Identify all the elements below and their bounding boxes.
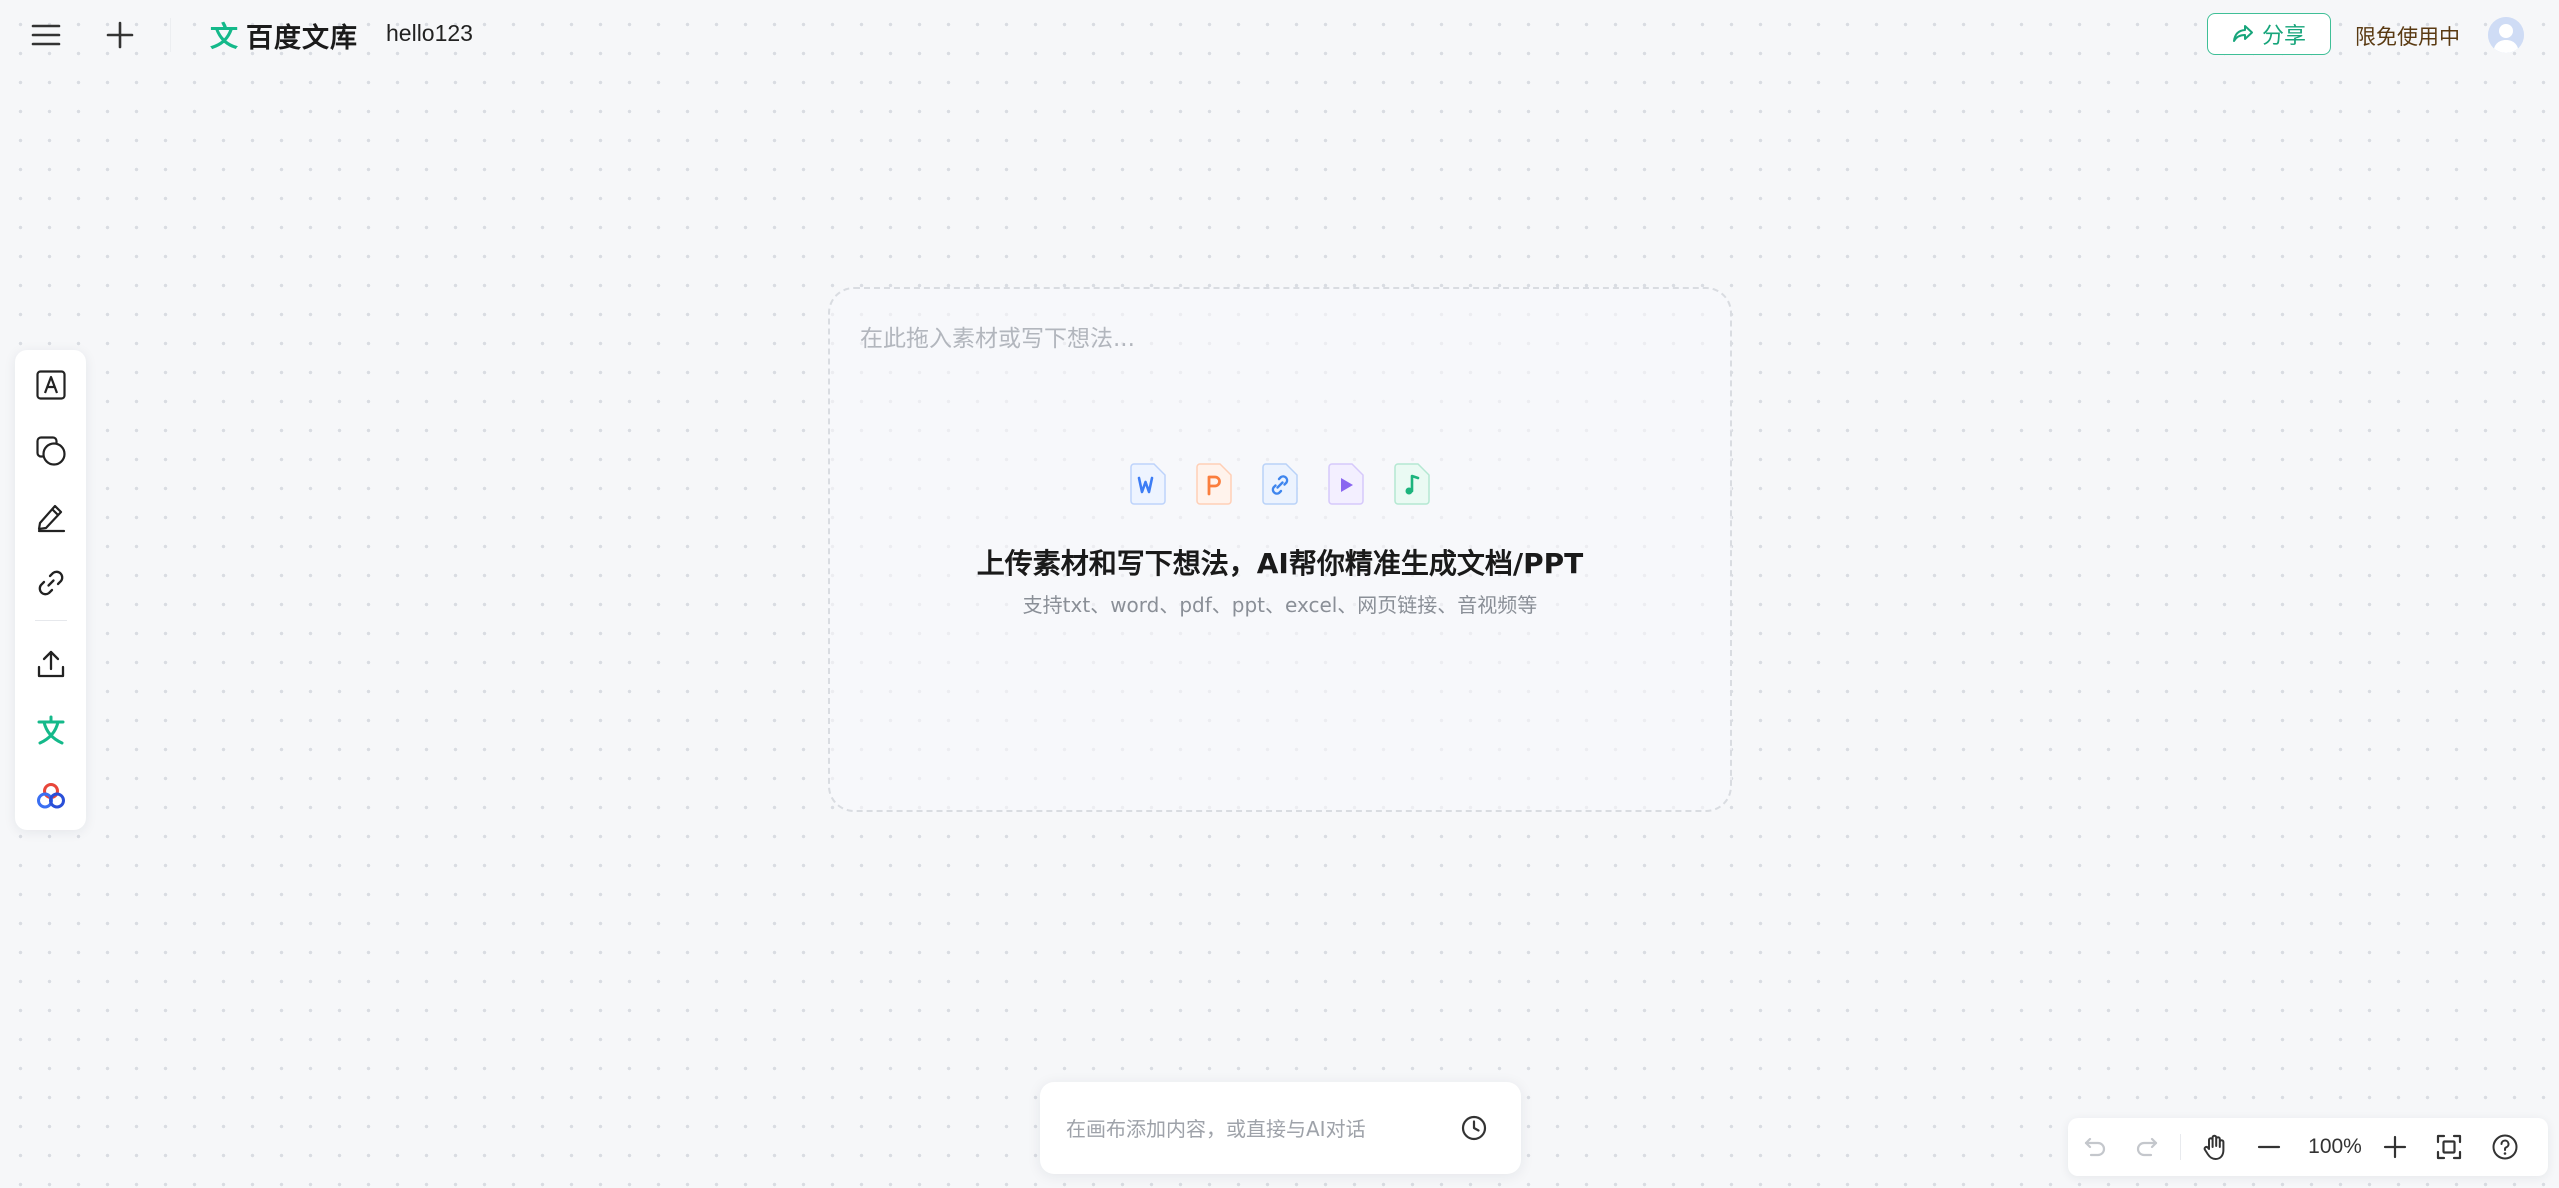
brand-name: 百度文库: [246, 22, 359, 54]
top-bar: 文 百度文库 hello123 分享 限免使用中: [0, 0, 2559, 70]
help-icon: [2492, 1134, 2518, 1160]
free-badge: 限免使用中: [2355, 25, 2460, 49]
drop-subtitle: 支持txt、word、pdf、ppt、excel、网页链接、音视频等: [1022, 593, 1538, 617]
drop-title: 上传素材和写下想法，AI帮你精准生成文档/PPT: [976, 547, 1584, 580]
wenku-icon: [37, 715, 65, 745]
undo-icon: [2084, 1137, 2106, 1157]
upload-tool[interactable]: [29, 642, 73, 686]
link-icon: [38, 570, 64, 596]
toolbar-divider: [35, 620, 67, 621]
fit-screen-button[interactable]: [2430, 1128, 2468, 1166]
chat-input[interactable]: [1064, 1108, 1448, 1150]
hand-tool-button[interactable]: [2196, 1128, 2234, 1166]
pen-tool[interactable]: [29, 495, 73, 539]
add-icon[interactable]: [98, 16, 142, 54]
word-file-icon: [1130, 463, 1166, 505]
pen-icon: [37, 504, 66, 533]
side-toolbar: [15, 350, 86, 830]
brand-logo-icon: 文: [210, 20, 239, 53]
upload-icon: [37, 650, 65, 678]
drop-area[interactable]: 在此拖入素材或写下想法... 上传素材和写下想法，AI帮你精准生成文档/PPT …: [828, 287, 1732, 812]
share-button[interactable]: 分享: [2207, 13, 2331, 55]
minus-icon: [2257, 1145, 2281, 1149]
link-file-icon: [1262, 463, 1298, 505]
redo-button[interactable]: [2128, 1128, 2166, 1166]
link-tool[interactable]: [29, 561, 73, 605]
zoom-controls: 100%: [2068, 1118, 2548, 1176]
avatar[interactable]: [2488, 17, 2524, 53]
header-divider: [170, 18, 171, 52]
drop-placeholder[interactable]: 在此拖入素材或写下想法...: [860, 319, 1135, 353]
user-avatar-icon: [2488, 17, 2524, 53]
chat-box: [1040, 1082, 1521, 1174]
zoom-divider: [2180, 1134, 2181, 1160]
share-label: 分享: [2261, 24, 2306, 49]
menu-icon[interactable]: [24, 16, 68, 54]
zoom-level[interactable]: 100%: [2300, 1135, 2370, 1159]
brand-logo[interactable]: 文 百度文库: [210, 16, 358, 54]
help-button[interactable]: [2486, 1128, 2524, 1166]
ppt-file-icon: [1196, 463, 1232, 505]
fit-screen-icon: [2436, 1134, 2462, 1160]
ai-app-tool[interactable]: [29, 774, 73, 818]
share-icon: [2232, 25, 2253, 42]
zoom-out-button[interactable]: [2250, 1128, 2288, 1166]
redo-icon: [2136, 1137, 2158, 1157]
document-title[interactable]: hello123: [386, 20, 473, 47]
video-file-icon: [1328, 463, 1364, 505]
audio-file-icon: [1394, 463, 1430, 505]
wenku-tool[interactable]: [29, 708, 73, 752]
file-type-icons: [1130, 463, 1440, 507]
undo-button[interactable]: [2076, 1128, 2114, 1166]
text-icon: [36, 370, 66, 400]
shape-icon: [36, 436, 66, 466]
plus-icon: [2383, 1135, 2407, 1159]
zoom-in-button[interactable]: [2376, 1128, 2414, 1166]
ai-app-icon: [37, 783, 65, 809]
history-button[interactable]: [1454, 1108, 1494, 1148]
hand-icon: [2203, 1134, 2225, 1160]
clock-icon: [1461, 1115, 1487, 1141]
shape-tool[interactable]: [29, 429, 73, 473]
text-tool[interactable]: [29, 363, 73, 407]
